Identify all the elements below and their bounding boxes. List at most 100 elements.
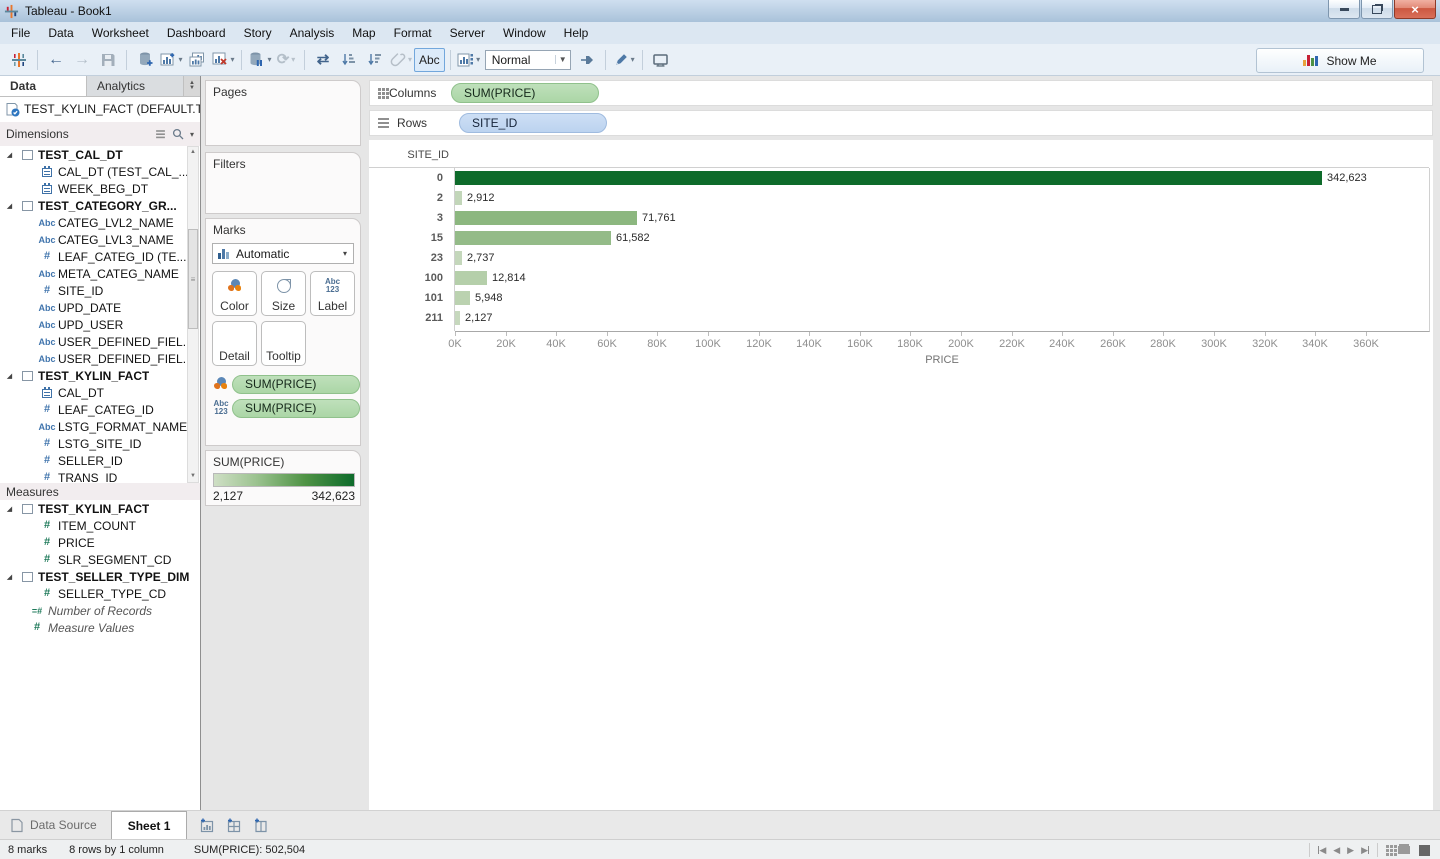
show-filmstrip-button[interactable] [1398, 846, 1410, 854]
next-sheet-button[interactable]: ▶ [1347, 845, 1354, 856]
bar-mark-2[interactable] [455, 191, 462, 205]
bar-mark-211[interactable] [455, 311, 460, 325]
new-story-tab-icon[interactable] [253, 817, 270, 834]
field-trans-id[interactable]: #TRANS_ID [0, 469, 200, 483]
save-button[interactable] [96, 48, 120, 72]
show-sheet-sorter-button[interactable] [1386, 845, 1389, 848]
field-meta-categ-name[interactable]: AbcMETA_CATEG_NAME [0, 265, 200, 282]
shelf-pill-site-id[interactable]: SITE_ID [459, 113, 607, 133]
menu-analysis[interactable]: Analysis [281, 24, 344, 42]
highlight-button[interactable]: ▾ [612, 48, 636, 72]
last-sheet-button[interactable]: ▶ [1361, 845, 1369, 856]
fields-menu-caret-icon[interactable]: ▾ [190, 130, 194, 139]
swap-rows-columns-button[interactable]: ⇄ [311, 48, 335, 72]
filters-shelf[interactable]: Filters [205, 152, 361, 214]
marks-pill-sum-price[interactable]: SUM(PRICE) [232, 375, 360, 394]
show-tabs-button[interactable] [1419, 845, 1430, 856]
back-button[interactable]: ← [44, 48, 68, 72]
menu-format[interactable]: Format [385, 24, 441, 42]
restore-button[interactable] [1361, 0, 1393, 19]
mark-type-dropdown[interactable]: Automatic ▾ [212, 243, 354, 264]
scroll-down-icon[interactable]: ▼ [188, 471, 198, 482]
bar-mark-3[interactable] [455, 211, 637, 225]
bar-mark-23[interactable] [455, 251, 462, 265]
pause-auto-updates-button[interactable]: ▾ [248, 48, 272, 72]
new-worksheet-tab-icon[interactable] [199, 817, 216, 834]
fit-selector[interactable]: Normal ▼ [485, 50, 571, 70]
color-gradient-bar[interactable] [213, 473, 355, 487]
clear-sheet-button[interactable]: ▾ [211, 48, 235, 72]
field-slr-segment-cd[interactable]: #SLR_SEGMENT_CD [0, 551, 200, 568]
field-test-kylin-fact[interactable]: ◢TEST_KYLIN_FACT [0, 367, 200, 384]
pane-toggle-icon[interactable]: ▲ ▼ [184, 76, 200, 96]
dimensions-scrollbar[interactable]: ▲ ≡ ▼ [187, 146, 199, 483]
presentation-mode-button[interactable] [649, 48, 673, 72]
menu-server[interactable]: Server [441, 24, 494, 42]
scroll-up-icon[interactable]: ▲ [188, 147, 198, 158]
sort-descending-button[interactable] [363, 48, 387, 72]
forward-button[interactable]: → [70, 48, 94, 72]
close-button[interactable]: × [1394, 0, 1436, 19]
previous-sheet-button[interactable]: ◀ [1333, 845, 1340, 856]
field-week-beg-dt[interactable]: WEEK_BEG_DT [0, 180, 200, 197]
view-as-list-icon[interactable] [156, 130, 165, 132]
field-user-defined-fiel[interactable]: AbcUSER_DEFINED_FIEL... [0, 350, 200, 367]
tableau-logo-button[interactable] [7, 48, 31, 72]
new-worksheet-button[interactable]: ▾ [159, 48, 183, 72]
menu-map[interactable]: Map [343, 24, 384, 42]
field-upd-date[interactable]: AbcUPD_DATE [0, 299, 200, 316]
bar-mark-0[interactable] [455, 171, 1322, 185]
menu-worksheet[interactable]: Worksheet [83, 24, 158, 42]
field-measure-values[interactable]: #Measure Values [0, 619, 200, 636]
show-me-button[interactable]: Show Me [1256, 48, 1424, 73]
field-test-cal-dt[interactable]: ◢TEST_CAL_DT [0, 146, 200, 163]
field-number-of-records[interactable]: =#Number of Records [0, 602, 200, 619]
field-lstg-site-id[interactable]: #LSTG_SITE_ID [0, 435, 200, 452]
field-user-defined-fiel[interactable]: AbcUSER_DEFINED_FIEL... [0, 333, 200, 350]
first-sheet-button[interactable]: ◀ [1318, 845, 1326, 856]
field-leaf-categ-id-te[interactable]: #LEAF_CATEG_ID (TE... [0, 248, 200, 265]
minimize-button[interactable] [1328, 0, 1360, 19]
menu-story[interactable]: Story [235, 24, 281, 42]
show-hide-cards-button[interactable]: ▾ [457, 48, 481, 72]
field-site-id[interactable]: #SITE_ID [0, 282, 200, 299]
field-categ-lvl3-name[interactable]: AbcCATEG_LVL3_NAME [0, 231, 200, 248]
tooltip-button[interactable]: Tooltip [261, 321, 306, 366]
field-leaf-categ-id[interactable]: #LEAF_CATEG_ID [0, 401, 200, 418]
menu-help[interactable]: Help [555, 24, 598, 42]
pages-shelf[interactable]: Pages [205, 80, 361, 146]
refresh-button[interactable]: ⟳ ▾ [274, 48, 298, 72]
field-seller-id[interactable]: #SELLER_ID [0, 452, 200, 469]
expand-triangle-icon[interactable]: ◢ [0, 202, 16, 210]
field-cal-dt-test-cal[interactable]: CAL_DT (TEST_CAL_... [0, 163, 200, 180]
detail-button[interactable]: Detail [212, 321, 257, 366]
field-cal-dt[interactable]: CAL_DT [0, 384, 200, 401]
bar-mark-15[interactable] [455, 231, 611, 245]
new-dashboard-tab-icon[interactable] [226, 817, 243, 834]
expand-triangle-icon[interactable]: ◢ [0, 573, 16, 581]
datasource-row[interactable]: TEST_KYLIN_FACT (DEFAULT.T... [0, 96, 200, 122]
marks-pill-sum-price[interactable]: SUM(PRICE) [232, 399, 360, 418]
field-categ-lvl2-name[interactable]: AbcCATEG_LVL2_NAME [0, 214, 200, 231]
duplicate-sheet-button[interactable] [185, 48, 209, 72]
field-test-seller-type-dim[interactable]: ◢TEST_SELLER_TYPE_DIM [0, 568, 200, 585]
menu-window[interactable]: Window [494, 24, 555, 42]
expand-triangle-icon[interactable]: ◢ [0, 505, 16, 513]
group-members-button[interactable]: ▾ [389, 48, 413, 72]
data-source-tab[interactable]: Data Source [0, 811, 111, 839]
expand-triangle-icon[interactable]: ◢ [0, 372, 16, 380]
scrollbar-thumb[interactable]: ≡ [188, 229, 198, 329]
columns-shelf[interactable]: Columns SUM(PRICE) [369, 80, 1433, 106]
bar-mark-101[interactable] [455, 291, 470, 305]
menu-file[interactable]: File [2, 24, 39, 42]
tab-data[interactable]: Data [0, 76, 87, 96]
label-button[interactable]: Abc123Label [310, 271, 355, 316]
tab-analytics[interactable]: Analytics [87, 76, 184, 96]
rows-shelf[interactable]: Rows SITE_ID [369, 110, 1433, 136]
sort-ascending-button[interactable] [337, 48, 361, 72]
size-button[interactable]: Size [261, 271, 306, 316]
field-price[interactable]: #PRICE [0, 534, 200, 551]
search-icon[interactable] [172, 128, 184, 140]
field-lstg-format-name[interactable]: AbcLSTG_FORMAT_NAME [0, 418, 200, 435]
shelf-pill-sum-price[interactable]: SUM(PRICE) [451, 83, 599, 103]
